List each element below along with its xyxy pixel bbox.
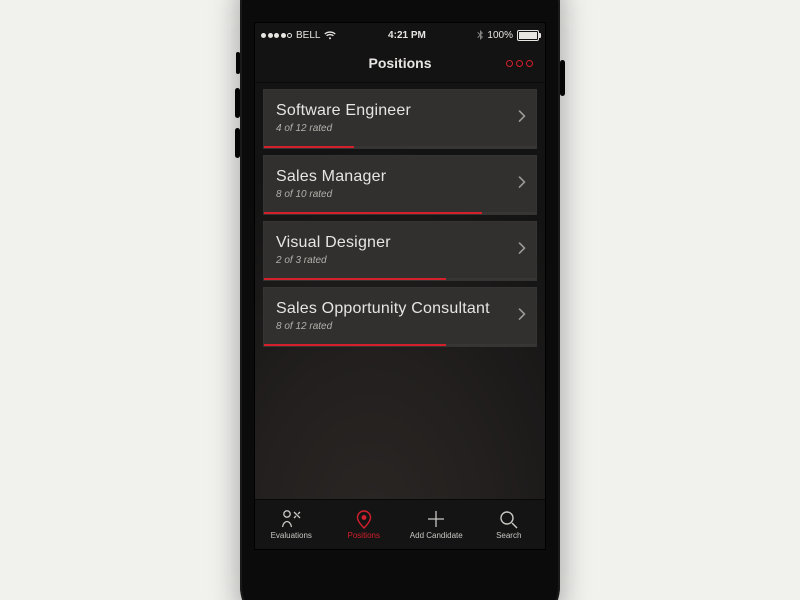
- position-row[interactable]: Sales Manager 8 of 10 rated: [263, 155, 537, 215]
- signal-strength-icon: [261, 33, 292, 38]
- tab-label: Search: [496, 531, 521, 540]
- progress-fill: [264, 146, 354, 148]
- progress-bar: [264, 278, 536, 280]
- more-button[interactable]: [506, 44, 533, 82]
- volume-down-button: [235, 128, 240, 158]
- phone-screen: BELL 4:21 PM 100% Positions: [254, 22, 546, 550]
- tab-bar: Evaluations Positions: [255, 499, 545, 549]
- position-title: Software Engineer: [276, 102, 504, 120]
- power-button: [560, 60, 565, 96]
- position-subtitle: 4 of 12 rated: [276, 123, 504, 134]
- position-title: Sales Opportunity Consultant: [276, 300, 504, 318]
- position-row[interactable]: Software Engineer 4 of 12 rated: [263, 89, 537, 149]
- evaluations-icon: [280, 509, 302, 529]
- position-row[interactable]: Sales Opportunity Consultant 8 of 12 rat…: [263, 287, 537, 347]
- position-title: Visual Designer: [276, 234, 504, 252]
- clock: 4:21 PM: [388, 30, 426, 41]
- progress-fill: [264, 344, 446, 346]
- battery-pct: 100%: [487, 30, 513, 41]
- position-title: Sales Manager: [276, 168, 504, 186]
- status-right: 100%: [477, 30, 539, 41]
- carrier-label: BELL: [296, 30, 320, 41]
- tab-label: Evaluations: [271, 531, 312, 540]
- bluetooth-icon: [477, 30, 483, 40]
- progress-fill: [264, 212, 482, 214]
- status-bar: BELL 4:21 PM 100%: [255, 23, 545, 44]
- position-subtitle: 8 of 12 rated: [276, 321, 504, 332]
- plus-icon: [425, 509, 447, 529]
- battery-icon: [517, 30, 539, 41]
- chevron-right-icon: [518, 307, 526, 325]
- tab-add-candidate[interactable]: Add Candidate: [400, 500, 473, 549]
- positions-list: Software Engineer 4 of 12 rated Sales Ma…: [255, 83, 545, 347]
- position-subtitle: 8 of 10 rated: [276, 189, 504, 200]
- tab-positions[interactable]: Positions: [328, 500, 401, 549]
- stage: BELL 4:21 PM 100% Positions: [0, 0, 800, 600]
- phone-frame: BELL 4:21 PM 100% Positions: [240, 0, 560, 600]
- status-left: BELL: [261, 30, 336, 41]
- mute-switch: [236, 52, 240, 74]
- position-row[interactable]: Visual Designer 2 of 3 rated: [263, 221, 537, 281]
- progress-bar: [264, 146, 536, 148]
- progress-fill: [264, 278, 446, 280]
- chevron-right-icon: [518, 109, 526, 127]
- page-title: Positions: [368, 55, 431, 71]
- wifi-icon: [324, 31, 336, 40]
- tab-search[interactable]: Search: [473, 500, 546, 549]
- progress-bar: [264, 212, 536, 214]
- tab-label: Positions: [348, 531, 380, 540]
- tab-evaluations[interactable]: Evaluations: [255, 500, 328, 549]
- positions-icon: [353, 509, 375, 529]
- tab-label: Add Candidate: [410, 531, 463, 540]
- position-subtitle: 2 of 3 rated: [276, 255, 504, 266]
- chevron-right-icon: [518, 241, 526, 259]
- nav-header: Positions: [255, 44, 545, 83]
- progress-bar: [264, 344, 536, 346]
- volume-up-button: [235, 88, 240, 118]
- search-icon: [498, 509, 520, 529]
- chevron-right-icon: [518, 175, 526, 193]
